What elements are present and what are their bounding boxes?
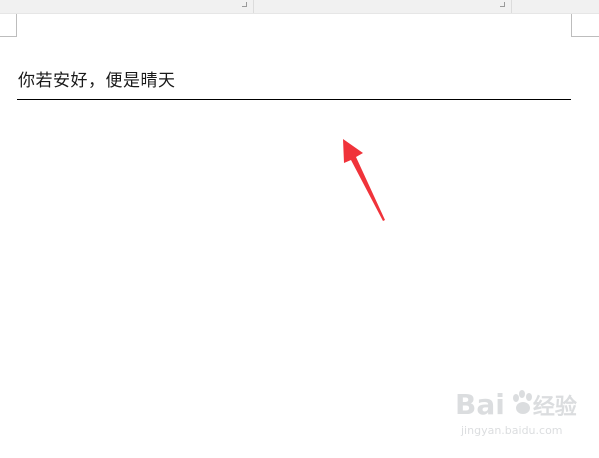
baidu-watermark: Bai 经验 jingyan.baidu.com <box>455 388 595 448</box>
paw-icon <box>513 390 532 414</box>
document-page: 你若安好，便是晴天 Bai 经验 jingyan.baidu.com <box>0 0 599 458</box>
watermark-site: jingyan.baidu.com <box>461 424 563 437</box>
